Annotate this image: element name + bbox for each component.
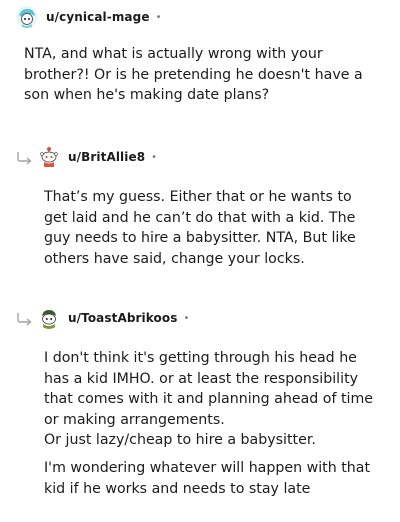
username[interactable]: u/BritAllie8 (68, 150, 145, 164)
snoo-avatar-red-icon[interactable] (38, 146, 60, 168)
username[interactable]: u/cynical-mage (46, 10, 150, 24)
comment-header: u/ToastAbrikoos • (38, 306, 378, 330)
comment-header: u/cynical-mage • (16, 5, 386, 29)
separator-dot: • (183, 312, 190, 324)
comment-body: NTA, and what is actually wrong with you… (16, 44, 386, 106)
separator-dot: • (155, 11, 162, 23)
comment-britallie8: u/BritAllie8 • That’s my guess. Either t… (38, 145, 378, 269)
comment-cynical-mage: u/cynical-mage • NTA, and what is actual… (16, 5, 386, 106)
comment-paragraph: NTA, and what is actually wrong with you… (24, 46, 363, 104)
comment-body: That’s my guess. Either that or he wants… (38, 187, 378, 269)
comment-paragraph: I'm wondering whatever will happen with … (44, 459, 371, 497)
separator-dot: • (151, 151, 158, 163)
username[interactable]: u/ToastAbrikoos (68, 311, 177, 325)
snoo-avatar-teal-icon[interactable] (16, 6, 38, 28)
comment-toastabrikoos: u/ToastAbrikoos • I don't think it's get… (38, 306, 378, 499)
comment-paragraph: That’s my guess. Either that or he wants… (44, 189, 356, 267)
comment-body: I don't think it's getting through his h… (38, 348, 378, 499)
reply-arrow-icon (17, 313, 32, 326)
snoo-avatar-green-icon[interactable] (38, 307, 60, 329)
reply-arrow-icon (17, 152, 32, 165)
comment-paragraph: I don't think it's getting through his h… (44, 350, 374, 449)
comment-header: u/BritAllie8 • (38, 145, 378, 169)
